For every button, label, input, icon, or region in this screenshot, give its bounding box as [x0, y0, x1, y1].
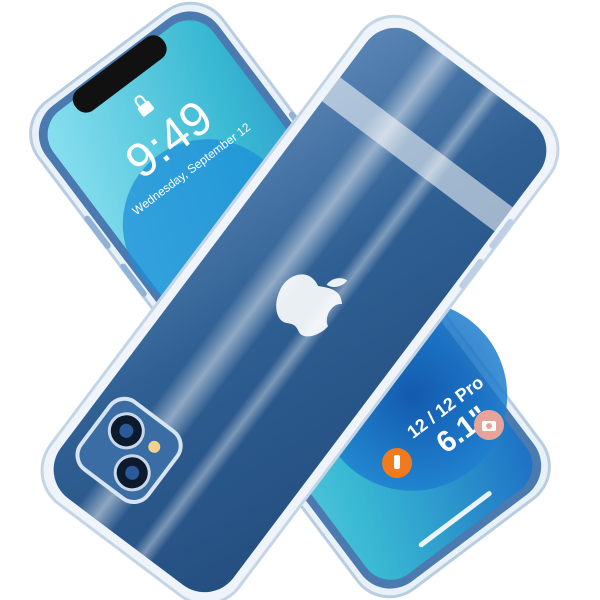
- product-illustration: 9:49 Wednesday, September 12 12 / 12 Pro…: [29, 1, 560, 600]
- product-scene: 9:49 Wednesday, September 12 12 / 12 Pro…: [0, 0, 600, 600]
- flashlight-icon: [382, 448, 412, 478]
- camera-icon: [474, 410, 504, 440]
